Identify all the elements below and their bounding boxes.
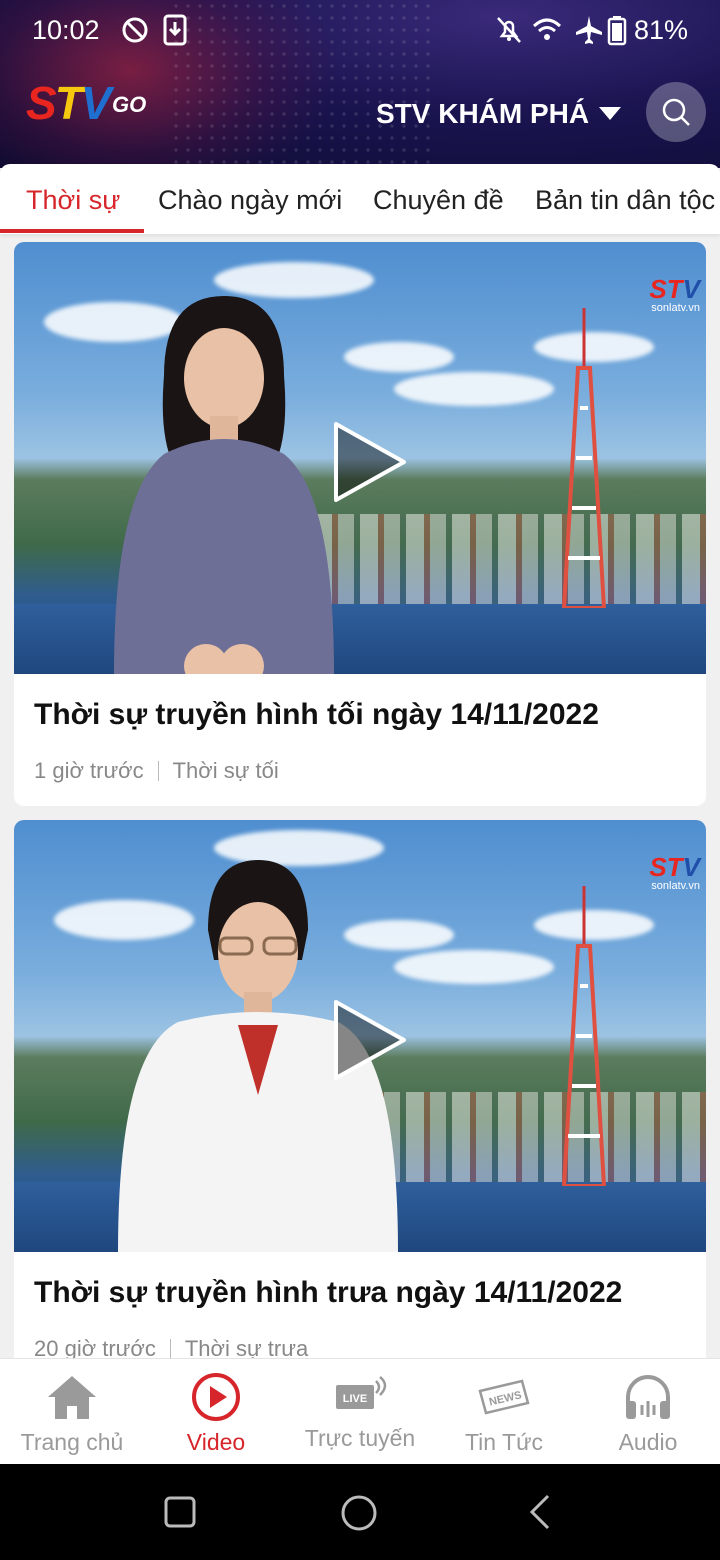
nav-home-label: Trang chủ (20, 1429, 124, 1455)
tab-chuyen-de[interactable]: Chuyên đề (373, 164, 504, 234)
status-bar: 10:02 81% (0, 0, 720, 62)
app-header: 10:02 81% STV GO STV KHÁM PHÁ (0, 0, 720, 168)
caret-down-icon (599, 107, 622, 120)
nav-news[interactable]: NEWS Tin Tức (432, 1359, 576, 1465)
station-watermark: STV sonlatv.vn (649, 274, 700, 314)
active-tab-indicator (0, 229, 144, 233)
video-meta: 1 giờ trước Thời sự tối (34, 758, 279, 784)
dnd-icon (122, 17, 148, 43)
live-icon: LIVE (336, 1376, 387, 1409)
battery-percent: 81% (633, 15, 688, 45)
news-anchor-image (114, 296, 334, 674)
airplane-icon (576, 16, 602, 44)
tv-tower-image (561, 886, 607, 1186)
video-meta: 20 giờ trước Thời sự trưa (34, 1336, 308, 1358)
status-time: 10:02 (32, 15, 100, 45)
meta-divider (169, 1339, 171, 1358)
nav-live[interactable]: LIVE Trực tuyến (288, 1359, 432, 1465)
headphones-icon (626, 1375, 670, 1419)
home-icon (48, 1376, 96, 1419)
video-card[interactable]: STV sonlatv.vn Thời sự truyền hình tối n… (14, 242, 706, 806)
nav-audio-label: Audio (618, 1429, 678, 1455)
nav-live-label: Trực tuyến (304, 1425, 416, 1451)
back-icon[interactable] (528, 1494, 552, 1530)
video-title[interactable]: Thời sự truyền hình tối ngày 14/11/2022 (34, 698, 599, 732)
tab-chao-ngay-moi[interactable]: Chào ngày mới (158, 164, 342, 234)
time-ago: 20 giờ trước (34, 1336, 156, 1358)
video-category[interactable]: Thời sự trưa (185, 1336, 308, 1358)
time-ago: 1 giờ trước (34, 758, 144, 783)
station-watermark: STV sonlatv.vn (649, 852, 700, 892)
video-card[interactable]: STV sonlatv.vn Thời sự truyền hình trưa … (14, 820, 706, 1358)
home-circle-icon[interactable] (340, 1494, 378, 1532)
battery-icon (607, 16, 627, 46)
nav-video-label: Video (186, 1429, 246, 1455)
nav-home[interactable]: Trang chủ (0, 1359, 144, 1465)
nav-news-label: Tin Tức (464, 1429, 544, 1455)
video-thumbnail[interactable]: STV sonlatv.vn (14, 820, 706, 1252)
download-icon (163, 14, 187, 46)
svg-text:LIVE: LIVE (343, 1393, 367, 1405)
tab-ban-tin-dan-toc[interactable]: Bản tin dân tộc (535, 164, 715, 234)
nav-video[interactable]: Video (144, 1359, 288, 1465)
video-category[interactable]: Thời sự tối (173, 758, 279, 784)
system-navigation-bar (0, 1464, 720, 1560)
play-icon[interactable] (318, 416, 410, 508)
video-title[interactable]: Thời sự truyền hình trưa ngày 14/11/2022 (34, 1276, 622, 1310)
play-circle-icon (192, 1373, 240, 1421)
channel-selector[interactable]: STV KHÁM PHÁ (376, 94, 622, 134)
play-icon[interactable] (318, 994, 410, 1086)
tab-thoi-su[interactable]: Thời sự (26, 164, 120, 234)
search-icon (662, 98, 690, 126)
mute-icon (497, 17, 521, 43)
news-icon: NEWS (478, 1379, 530, 1415)
tv-tower-image (561, 308, 607, 608)
stv-go-logo[interactable]: STV GO (26, 76, 166, 132)
nav-audio[interactable]: Audio (576, 1359, 720, 1465)
search-button[interactable] (646, 82, 706, 142)
wifi-icon (532, 18, 562, 40)
category-tabs: Thời sự Chào ngày mới Chuyên đề Bản tin … (0, 164, 720, 234)
recents-icon[interactable] (164, 1496, 196, 1528)
bottom-navigation: Trang chủ Video LIVE Trực tuyến NEWS Tin… (0, 1358, 720, 1464)
channel-name: STV KHÁM PHÁ (376, 98, 590, 129)
video-feed[interactable]: STV sonlatv.vn Thời sự truyền hình tối n… (0, 234, 720, 1358)
video-thumbnail[interactable]: STV sonlatv.vn (14, 242, 706, 674)
meta-divider (157, 761, 159, 781)
